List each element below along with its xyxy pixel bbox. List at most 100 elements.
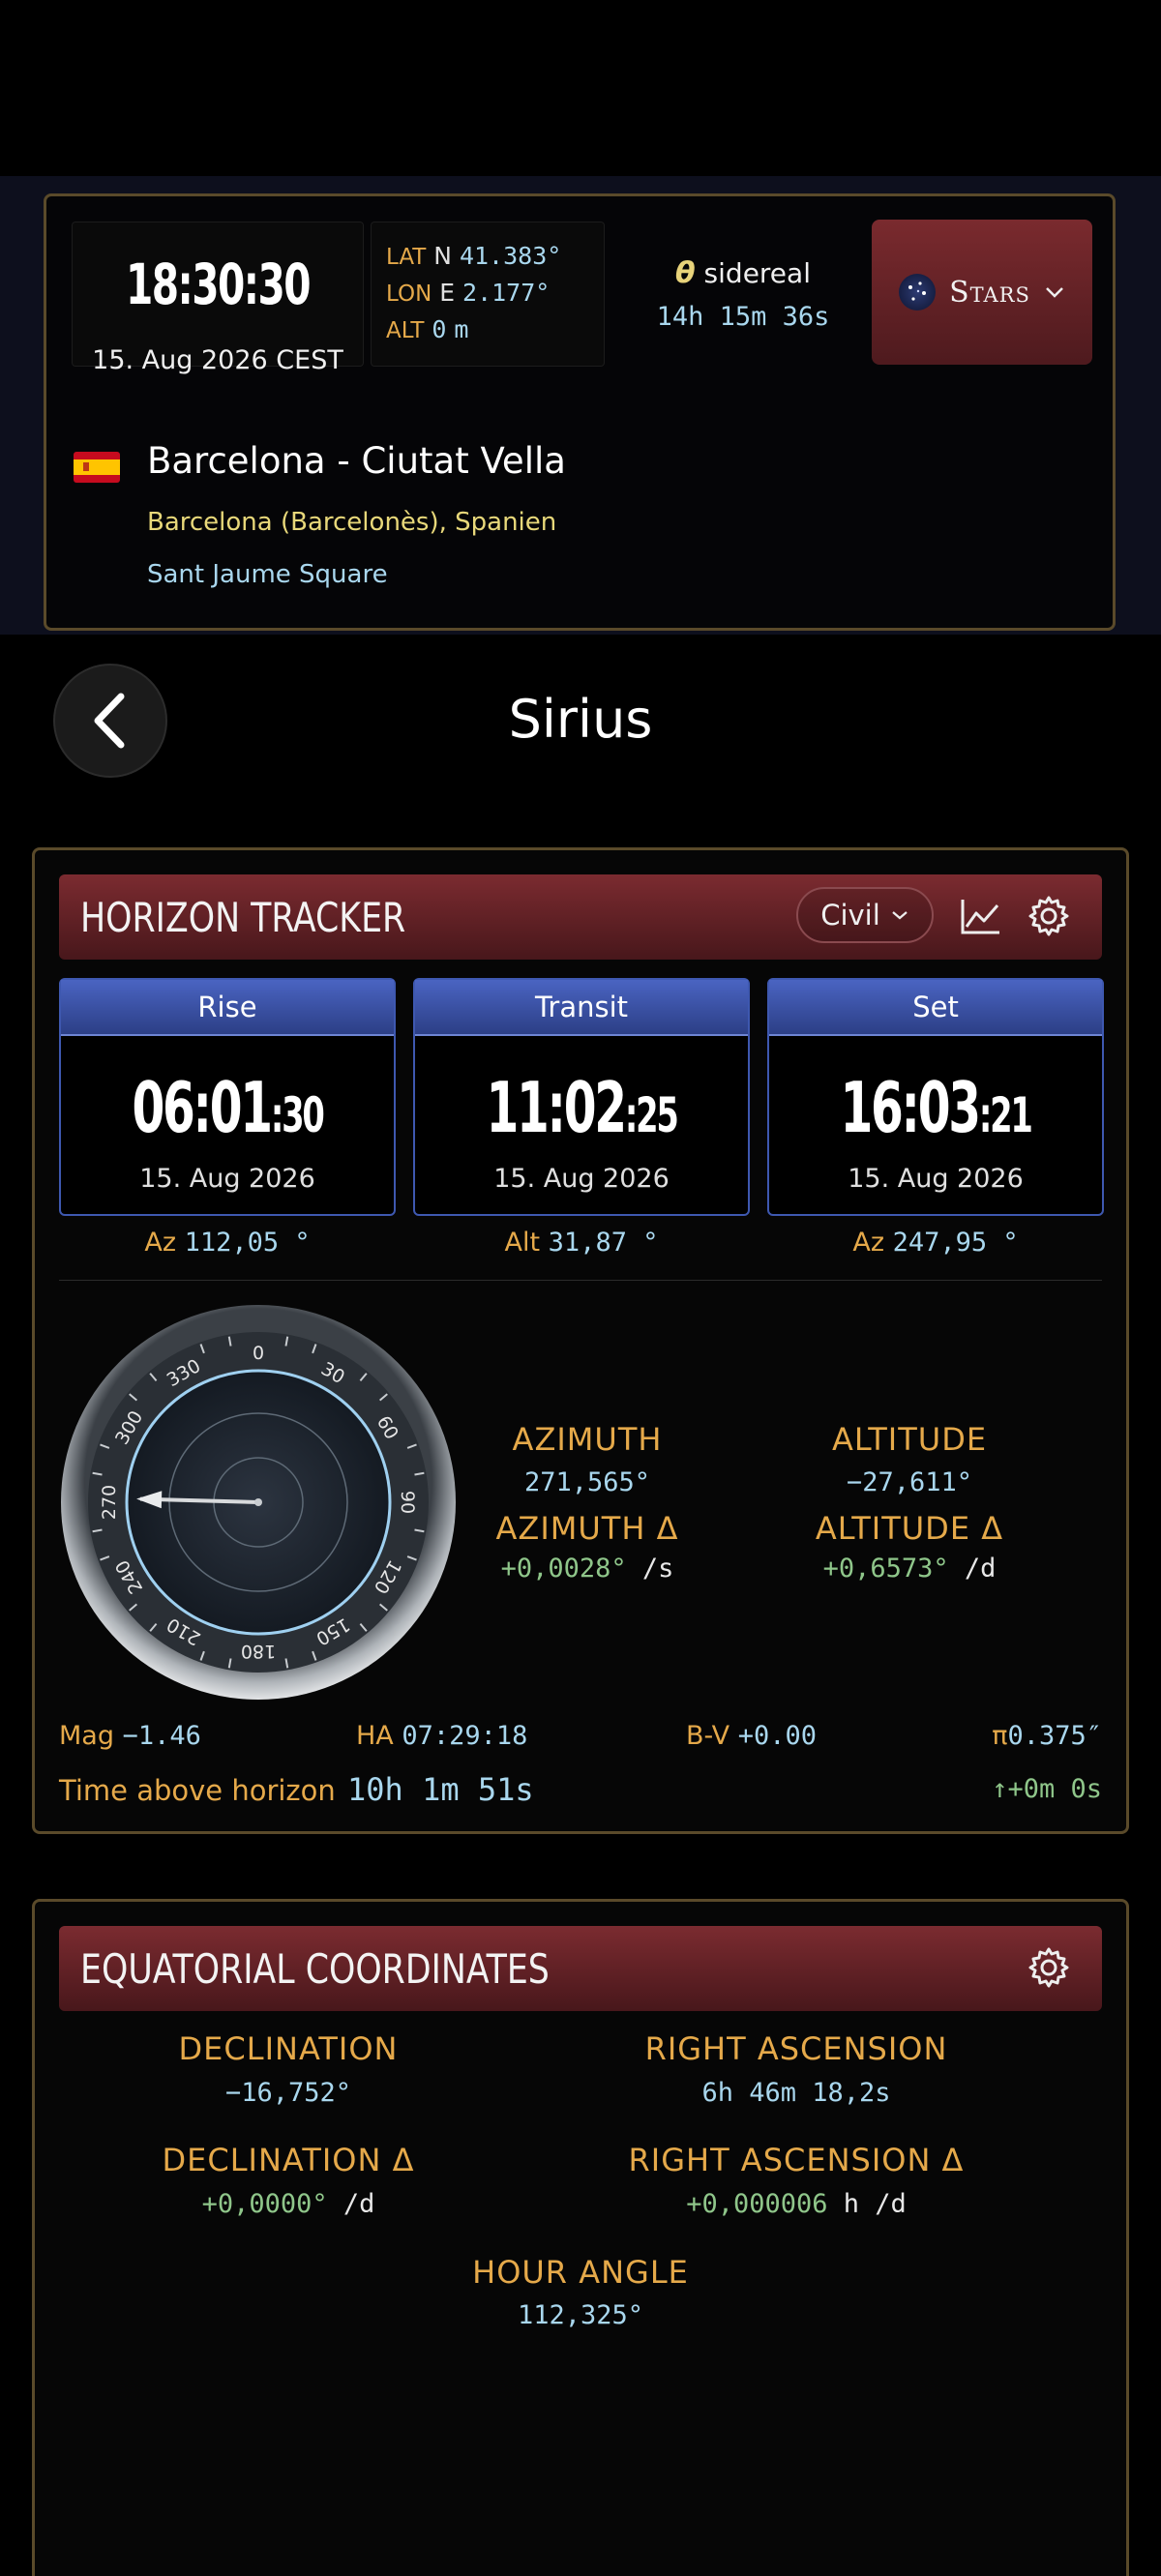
sidereal-time: θ sidereal 14h 15m 36s	[627, 256, 859, 332]
transit-altitude-value: 31,87 °	[548, 1228, 659, 1258]
azimuth-delta: +0,0028° /s	[442, 1554, 732, 1584]
color-index-value: +0.00	[737, 1721, 818, 1751]
latitude-row: LAT N 41.383°	[386, 242, 561, 270]
location-header: 18:30:30 15. Aug 2026 CEST LAT N 41.383°…	[44, 193, 1116, 631]
location-title: Barcelona - Ciutat Vella	[147, 440, 566, 482]
time-above-horizon-delta: ↑+0m 0s	[992, 1774, 1102, 1804]
equatorial-header: EQUATORIAL COORDINATES	[59, 1926, 1102, 2011]
altitude-number: 0	[432, 315, 447, 343]
transit-label: Transit	[415, 980, 748, 1036]
azimuth-label: AZIMUTH	[512, 1421, 663, 1458]
constellation-icon	[899, 274, 937, 311]
set-time-seconds: :21	[978, 1087, 1033, 1143]
transit-card: Transit 11:02:25 15. Aug 2026	[413, 978, 750, 1216]
set-azimuth-key: Az	[852, 1228, 884, 1258]
altitude-delta-unit: /d	[964, 1554, 997, 1584]
magnitude-stat: Mag −1.46	[59, 1721, 201, 1751]
latitude-value: 41.383°	[459, 242, 562, 270]
right-ascension-label: RIGHT ASCENSION	[644, 2030, 948, 2067]
equatorial-title: EQUATORIAL COORDINATES	[80, 1945, 550, 1993]
altitude-value: −27,611°	[846, 1467, 973, 1497]
azimuth-delta-unit: /s	[641, 1554, 674, 1584]
observer-coordinates: LAT N 41.383° LON E 2.177° ALT 0 m	[371, 222, 605, 367]
set-label: Set	[769, 980, 1102, 1036]
sidereal-label: sidereal	[703, 257, 811, 289]
parallax-key: π	[992, 1721, 1008, 1751]
longitude-row: LON E 2.177°	[386, 279, 550, 307]
transit-time: 11:02:25	[457, 1067, 706, 1148]
right-ascension-delta-label: RIGHT ASCENSION Δ	[628, 2142, 965, 2178]
gear-icon[interactable]	[1027, 894, 1071, 938]
transit-time-hm: 11:02	[486, 1067, 627, 1148]
horizon-tracker-title: HORIZON TRACKER	[80, 894, 406, 941]
theta-symbol: θ	[675, 256, 696, 290]
altitude-row: ALT 0 m	[386, 315, 468, 343]
divider	[59, 1280, 1102, 1281]
gear-icon[interactable]	[1027, 1945, 1071, 1990]
azimuth-delta-label: AZIMUTH Δ	[495, 1510, 679, 1547]
longitude-key: LON	[386, 281, 432, 307]
compass-label: 0	[253, 1343, 264, 1364]
longitude-dir: E	[439, 279, 456, 307]
azimuth-value: 271,565°	[523, 1467, 651, 1497]
location-region: Barcelona (Barcelonès), Spanien	[147, 508, 557, 537]
altitude-key: ALT	[386, 318, 425, 343]
twilight-select[interactable]: Civil	[796, 887, 934, 943]
spain-flag-icon	[74, 452, 120, 483]
rise-time-seconds: :30	[270, 1087, 325, 1143]
color-index-key: B-V	[686, 1721, 730, 1751]
parallax-stat: π0.375″	[992, 1721, 1102, 1751]
declination-delta: +0,0000° /d	[143, 2189, 433, 2219]
compass-label: 270	[99, 1485, 120, 1520]
declination-value: −16,752°	[224, 2078, 352, 2108]
chevron-down-icon	[892, 911, 908, 920]
object-type-dropdown[interactable]: Stars	[872, 220, 1092, 365]
transit-altitude-key: Alt	[504, 1228, 541, 1258]
equatorial-coordinates-panel: EQUATORIAL COORDINATES DECLINATION −16,7…	[32, 1899, 1129, 2576]
longitude-value: 2.177°	[462, 279, 551, 307]
hour-angle-key: HA	[356, 1721, 394, 1751]
altitude-label: ALTITUDE	[831, 1421, 988, 1458]
clock-panel: 18:30:30 15. Aug 2026 CEST	[72, 222, 364, 375]
twilight-select-value: Civil	[820, 899, 880, 932]
set-azimuth-value: 247,95 °	[892, 1228, 1019, 1258]
altitude-delta-label: ALTITUDE Δ	[815, 1510, 1004, 1547]
time-above-horizon-value: 10h 1m 51s	[347, 1771, 534, 1808]
transit-time-seconds: :25	[624, 1087, 679, 1143]
hour-angle-label: HOUR ANGLE	[472, 2254, 689, 2291]
clock-time: 18:30:30	[125, 252, 312, 317]
declination-delta-unit: /d	[342, 2189, 375, 2219]
chevron-down-icon	[1046, 287, 1063, 298]
color-index-stat: B-V +0.00	[686, 1721, 817, 1751]
needle-hub	[254, 1498, 262, 1506]
altitude-delta: +0,6573° /d	[764, 1554, 1055, 1584]
latitude-key: LAT	[386, 245, 427, 270]
transit-altitude: Alt 31,87 °	[413, 1228, 750, 1258]
sidereal-value: 14h 15m 36s	[656, 302, 830, 332]
set-azimuth: Az 247,95 °	[767, 1228, 1104, 1258]
rise-date: 15. Aug 2026	[139, 1164, 315, 1194]
page-title: Sirius	[508, 689, 653, 750]
horizon-tracker-header: HORIZON TRACKER Civil	[59, 874, 1102, 960]
chart-icon[interactable]	[959, 894, 1003, 938]
declination-delta-label: DECLINATION Δ	[162, 2142, 415, 2178]
time-above-horizon-label: Time above horizon	[59, 1774, 336, 1807]
hour-angle-value: 112,325°	[517, 2300, 644, 2330]
compass-label: 180	[241, 1641, 276, 1662]
set-card: Set 16:03:21 15. Aug 2026	[767, 978, 1104, 1216]
latitude-dir: N	[433, 242, 452, 270]
rise-label: Rise	[61, 980, 394, 1036]
hour-angle-value: 07:29:18	[402, 1721, 528, 1751]
declination-delta-value: +0,0000°	[201, 2189, 328, 2219]
rise-azimuth-value: 112,05 °	[184, 1228, 311, 1258]
location-place: Sant Jaume Square	[147, 560, 388, 589]
rise-azimuth: Az 112,05 °	[59, 1228, 396, 1258]
set-time: 16:03:21	[811, 1067, 1060, 1148]
rise-time: 06:01:30	[103, 1067, 352, 1148]
altitude-delta-value: +0,6573°	[822, 1554, 949, 1584]
rise-azimuth-key: Az	[144, 1228, 176, 1258]
compass-label: 90	[397, 1491, 418, 1514]
right-ascension-delta-value: +0,000006	[686, 2189, 828, 2219]
azimuth-compass: 0306090120150180210240270300330	[61, 1305, 456, 1700]
clock-date: 15. Aug 2026 CEST	[92, 345, 343, 375]
